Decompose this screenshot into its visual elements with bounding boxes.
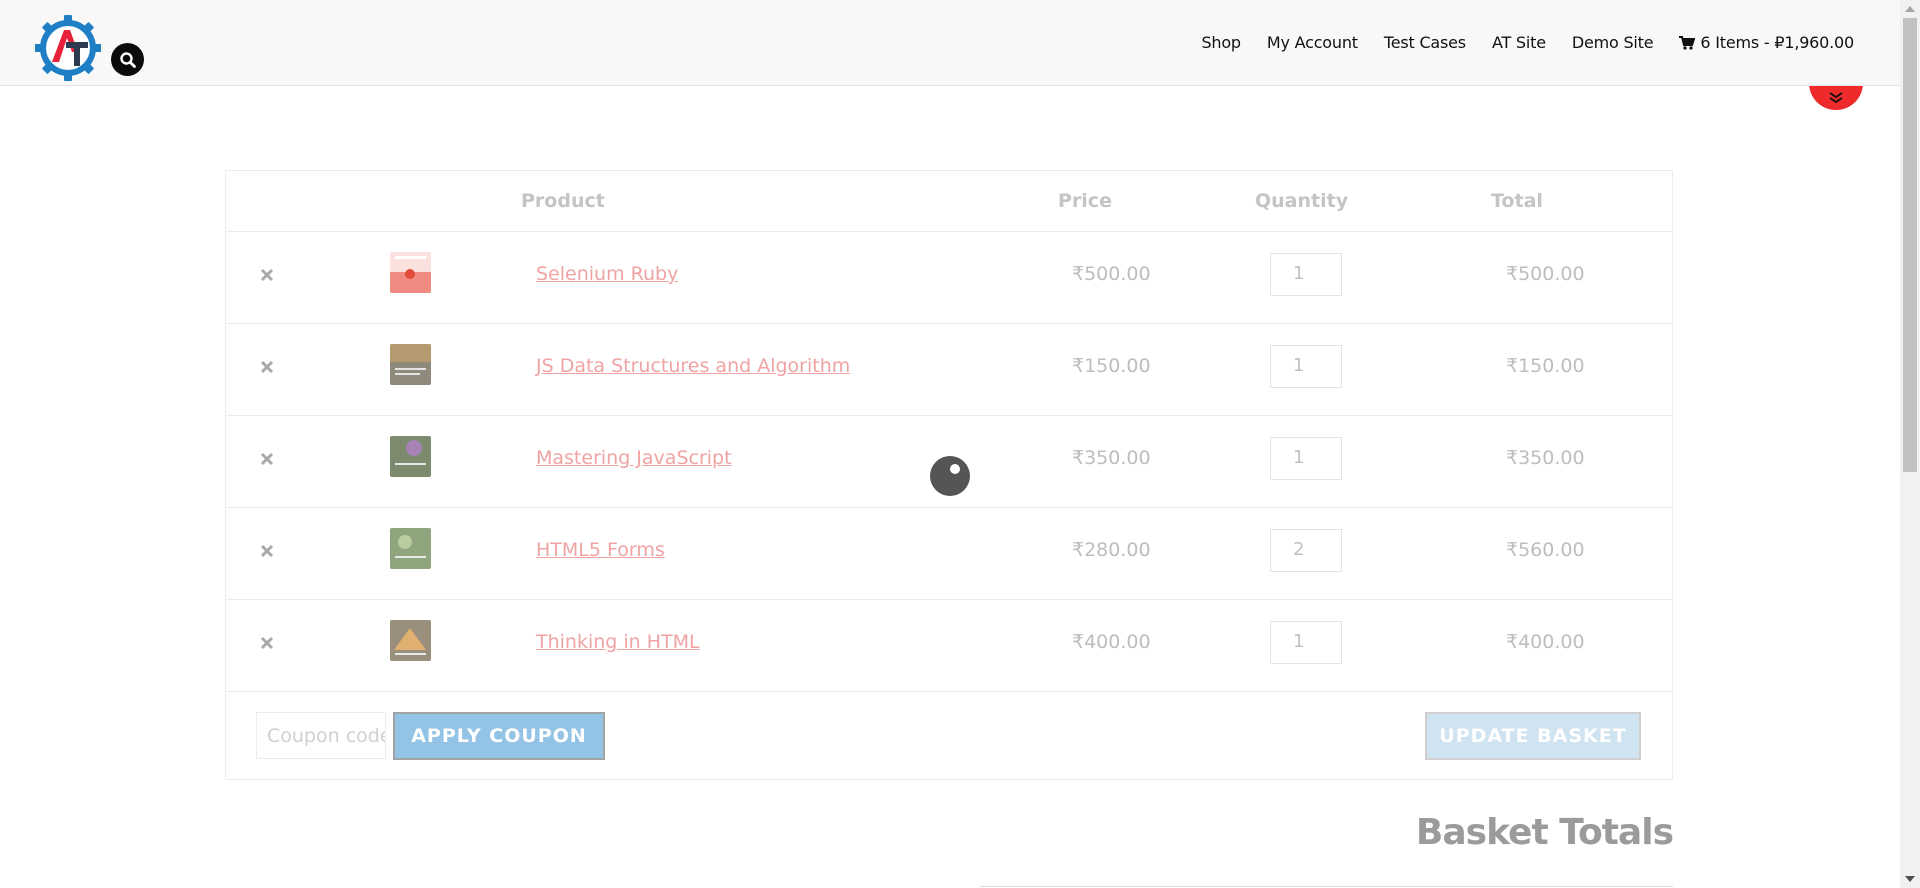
page-scrollbar[interactable] [1900, 0, 1920, 888]
line-total: ₹400.00 [1506, 631, 1585, 653]
product-thumbnail[interactable] [390, 252, 431, 293]
product-link[interactable]: HTML5 Forms [536, 539, 665, 561]
scroll-down-arrow[interactable] [1905, 876, 1915, 882]
line-total: ₹560.00 [1506, 539, 1585, 561]
remove-item-close-icon[interactable] [256, 264, 278, 286]
nav-cart[interactable]: 6 Items - ₽1,960.00 [1679, 33, 1854, 52]
header-total: Total [1491, 190, 1543, 212]
product-thumbnail[interactable] [390, 344, 431, 385]
table-row: HTML5 Forms ₹280.00 2 ₹560.00 [226, 507, 1672, 600]
quantity-input[interactable]: 1 [1270, 253, 1342, 296]
site-logo-icon[interactable] [34, 14, 102, 82]
main-nav: Shop My Account Test Cases AT Site Demo … [1175, 33, 1854, 52]
remove-item-close-icon[interactable] [256, 540, 278, 562]
nav-my-account[interactable]: My Account [1267, 33, 1358, 52]
remove-item-close-icon[interactable] [256, 356, 278, 378]
product-price: ₹150.00 [1072, 355, 1151, 377]
totals-divider [980, 886, 1673, 887]
header-quantity: Quantity [1255, 190, 1349, 212]
nav-shop[interactable]: Shop [1201, 33, 1241, 52]
header-product: Product [521, 190, 605, 212]
scroll-thumb[interactable] [1903, 18, 1917, 472]
apply-coupon-button[interactable]: APPLY COUPON [393, 712, 605, 760]
search-icon [119, 51, 136, 68]
product-thumbnail[interactable] [390, 436, 431, 477]
product-thumbnail[interactable] [390, 528, 431, 569]
cart-summary: 6 Items - ₽1,960.00 [1700, 33, 1854, 52]
line-total: ₹150.00 [1506, 355, 1585, 377]
quantity-input[interactable]: 1 [1270, 345, 1342, 388]
scroll-up-arrow[interactable] [1905, 6, 1915, 12]
header-price: Price [1058, 190, 1112, 212]
update-basket-button[interactable]: UPDATE BASKET [1425, 712, 1641, 760]
quantity-input[interactable]: 2 [1270, 529, 1342, 572]
line-total: ₹350.00 [1506, 447, 1585, 469]
double-chevron-down-icon [1829, 92, 1843, 104]
product-link[interactable]: Mastering JavaScript [536, 447, 732, 469]
product-link[interactable]: Thinking in HTML [536, 631, 700, 653]
product-price: ₹350.00 [1072, 447, 1151, 469]
basket-actions: Coupon code APPLY COUPON UPDATE BASKET [226, 691, 1672, 779]
remove-item-close-icon[interactable] [256, 448, 278, 470]
product-thumbnail[interactable] [390, 620, 431, 661]
table-row: Thinking in HTML ₹400.00 1 ₹400.00 [226, 599, 1672, 692]
line-total: ₹500.00 [1506, 263, 1585, 285]
table-row: Selenium Ruby ₹500.00 1 ₹500.00 [226, 231, 1672, 324]
table-row: JS Data Structures and Algorithm ₹150.00… [226, 323, 1672, 416]
coupon-code-input[interactable]: Coupon code [256, 712, 386, 759]
quantity-input[interactable]: 1 [1270, 621, 1342, 664]
loading-spinner-icon [930, 456, 970, 496]
nav-test-cases[interactable]: Test Cases [1384, 33, 1466, 52]
basket-totals-heading: Basket Totals [1415, 812, 1674, 853]
remove-item-close-icon[interactable] [256, 632, 278, 654]
nav-at-site[interactable]: AT Site [1492, 33, 1546, 52]
product-link[interactable]: JS Data Structures and Algorithm [536, 355, 850, 377]
table-header: Product Price Quantity Total [226, 171, 1672, 232]
site-header: Shop My Account Test Cases AT Site Demo … [0, 0, 1900, 86]
search-button[interactable] [111, 43, 144, 76]
product-price: ₹280.00 [1072, 539, 1151, 561]
shopping-cart-icon [1679, 35, 1696, 50]
product-price: ₹400.00 [1072, 631, 1151, 653]
quantity-input[interactable]: 1 [1270, 437, 1342, 480]
product-price: ₹500.00 [1072, 263, 1151, 285]
product-link[interactable]: Selenium Ruby [536, 263, 678, 285]
nav-demo-site[interactable]: Demo Site [1572, 33, 1654, 52]
